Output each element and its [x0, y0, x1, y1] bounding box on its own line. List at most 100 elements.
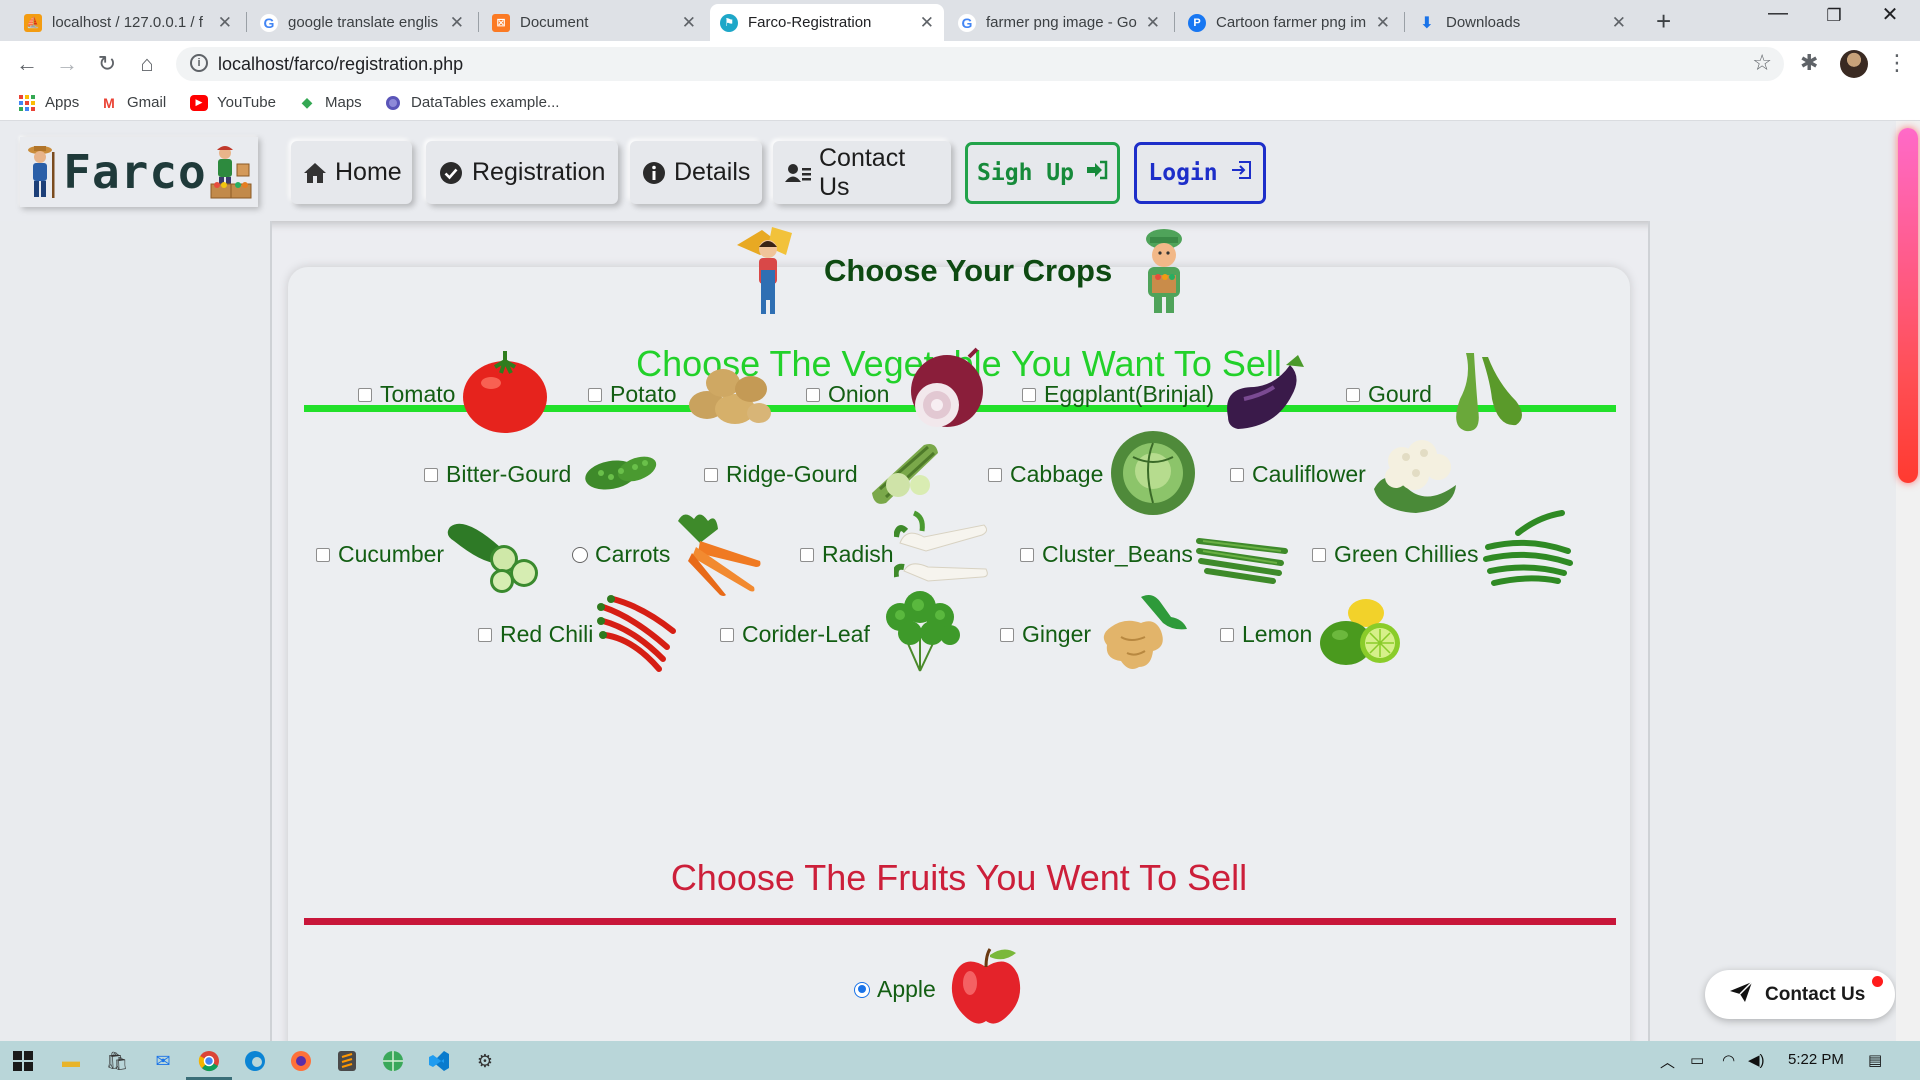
close-tab-icon[interactable]: ✕ [1146, 13, 1160, 33]
ridge-gourd-checkbox[interactable] [704, 467, 718, 482]
farco-logo[interactable]: Farco [20, 137, 258, 207]
bookmark-apps[interactable]: Apps [18, 94, 79, 111]
close-window-button[interactable]: ✕ [1862, 2, 1918, 27]
option-apple[interactable]: Apple [854, 945, 1028, 1034]
settings-gear-icon[interactable]: ⚙ [472, 1048, 498, 1074]
minimize-button[interactable]: — [1750, 2, 1806, 25]
cabbage-checkbox[interactable] [988, 467, 1002, 482]
bookmark-youtube[interactable]: ▶ YouTube [190, 94, 276, 111]
mail-icon[interactable]: ✉ [150, 1048, 176, 1074]
browser-tab[interactable]: ⊠ Document ✕ [482, 4, 706, 41]
potato-checkbox[interactable] [588, 387, 602, 402]
web-page: Farco Home Registration Details Contact … [0, 121, 1920, 1041]
green-chillies-checkbox[interactable] [1312, 547, 1326, 562]
radish-checkbox[interactable] [800, 547, 814, 562]
floating-contact-button[interactable]: Contact Us [1705, 970, 1895, 1019]
wifi-icon[interactable]: ◠ [1722, 1051, 1735, 1069]
apple-radio[interactable] [854, 981, 870, 998]
close-tab-icon[interactable]: ✕ [920, 13, 934, 33]
clock[interactable]: 5:22 PM [1788, 1051, 1844, 1068]
new-tab-button[interactable]: + [1656, 6, 1671, 37]
cucumber-checkbox[interactable] [316, 547, 330, 562]
profile-avatar[interactable] [1840, 50, 1868, 78]
apps-grid-icon [18, 94, 36, 111]
farmer-crates-icon [209, 144, 253, 200]
volume-icon[interactable]: ◀) [1748, 1051, 1765, 1069]
nav-registration[interactable]: Registration [426, 141, 618, 204]
option-label: Ginger [1022, 621, 1092, 647]
option-lemon[interactable]: Lemon [1220, 587, 1412, 682]
reload-icon[interactable]: ↻ [92, 49, 122, 79]
ginger-checkbox[interactable] [1000, 627, 1014, 642]
scrollbar-thumb[interactable] [1898, 128, 1918, 483]
option-label: Cluster_Beans [1042, 541, 1193, 567]
signup-button[interactable]: Sigh Up [965, 142, 1120, 204]
close-tab-icon[interactable]: ✕ [1612, 13, 1626, 33]
extensions-puzzle-icon[interactable]: ✱ [1800, 50, 1818, 76]
back-arrow-icon[interactable]: ← [12, 49, 42, 79]
file-explorer-icon[interactable]: ▬ [58, 1048, 84, 1074]
battery-icon[interactable]: ▭ [1690, 1051, 1704, 1069]
corider-leaf-checkbox[interactable] [720, 627, 734, 642]
bookmark-datatables[interactable]: DataTables example... [384, 94, 559, 111]
store-icon[interactable]: 🛍 [104, 1048, 130, 1074]
bookmark-gmail[interactable]: M Gmail [100, 94, 166, 111]
chrome-icon[interactable] [196, 1048, 222, 1074]
windows-start-icon[interactable] [10, 1048, 36, 1074]
site-info-icon[interactable]: i [190, 54, 208, 72]
nav-contact-us[interactable]: Contact Us [773, 141, 951, 204]
forward-arrow-icon[interactable]: → [52, 49, 82, 79]
edge-icon[interactable] [242, 1048, 268, 1074]
browser-tab[interactable]: ⛵ localhost / 127.0.0.1 / f ✕ [14, 4, 242, 41]
close-tab-icon[interactable]: ✕ [218, 13, 232, 33]
maximize-button[interactable]: ❐ [1806, 6, 1862, 26]
option-label: Lemon [1242, 621, 1313, 647]
nav-contact-label: Contact Us [819, 143, 906, 201]
tab-title: localhost / 127.0.0.1 / f [52, 14, 203, 31]
lemon-checkbox[interactable] [1220, 627, 1234, 642]
red-chili-checkbox[interactable] [478, 627, 492, 642]
option-label: Tomato [380, 381, 456, 407]
tab-title: Cartoon farmer png im [1216, 14, 1367, 31]
cluster-beans-checkbox[interactable] [1020, 547, 1034, 562]
bookmark-star-icon[interactable]: ☆ [1752, 50, 1772, 76]
cauliflower-checkbox[interactable] [1230, 467, 1244, 482]
nav-details[interactable]: Details [630, 141, 762, 204]
bitter-gourd-checkbox[interactable] [424, 467, 438, 482]
onion-checkbox[interactable] [806, 387, 820, 402]
carrots-radio[interactable] [572, 546, 588, 563]
vscode-icon[interactable] [426, 1048, 452, 1074]
notification-center-icon[interactable]: ▤ [1868, 1051, 1882, 1069]
tomato-checkbox[interactable] [358, 387, 372, 402]
address-url[interactable]: localhost/farco/registration.php [218, 54, 463, 75]
option-ginger[interactable]: Ginger [1000, 587, 1191, 682]
gourd-checkbox[interactable] [1346, 387, 1360, 402]
sublime-icon[interactable] [334, 1048, 360, 1074]
close-tab-icon[interactable]: ✕ [1376, 13, 1390, 33]
close-tab-icon[interactable]: ✕ [450, 13, 464, 33]
browser-tab[interactable]: G farmer png image - Go ✕ [948, 4, 1170, 41]
browser-tab-active[interactable]: ⚑ Farco-Registration ✕ [710, 4, 944, 41]
bookmark-maps[interactable]: ◆ Maps [298, 94, 362, 111]
option-label: Apple [877, 976, 936, 1002]
close-tab-icon[interactable]: ✕ [682, 13, 696, 33]
tray-chevron-icon[interactable]: ︿ [1660, 1051, 1675, 1072]
firefox-icon[interactable] [288, 1048, 314, 1074]
browser-tab[interactable]: G google translate englis ✕ [250, 4, 474, 41]
login-button[interactable]: Login [1134, 142, 1266, 204]
tab-title: Downloads [1446, 14, 1521, 31]
globe-app-icon[interactable] [380, 1048, 406, 1074]
eggplant-checkbox[interactable] [1022, 387, 1036, 402]
option-corider-leaf[interactable]: Corider-Leaf [720, 587, 970, 682]
option-label: Potato [610, 381, 677, 407]
red-chili-image [593, 587, 683, 682]
home-icon[interactable]: ⌂ [132, 49, 162, 79]
maps-icon: ◆ [301, 94, 313, 110]
browser-tab[interactable]: P Cartoon farmer png im ✕ [1178, 4, 1400, 41]
option-red-chili[interactable]: Red Chili [478, 587, 683, 682]
nav-home[interactable]: Home [291, 141, 412, 204]
download-icon: ⬇ [1420, 14, 1434, 32]
menu-kebab-icon[interactable]: ⋮ [1886, 50, 1908, 76]
browser-tab[interactable]: ⬇ Downloads ✕ [1408, 4, 1636, 41]
address-bar[interactable]: i localhost/farco/registration.php ☆ [176, 47, 1784, 81]
